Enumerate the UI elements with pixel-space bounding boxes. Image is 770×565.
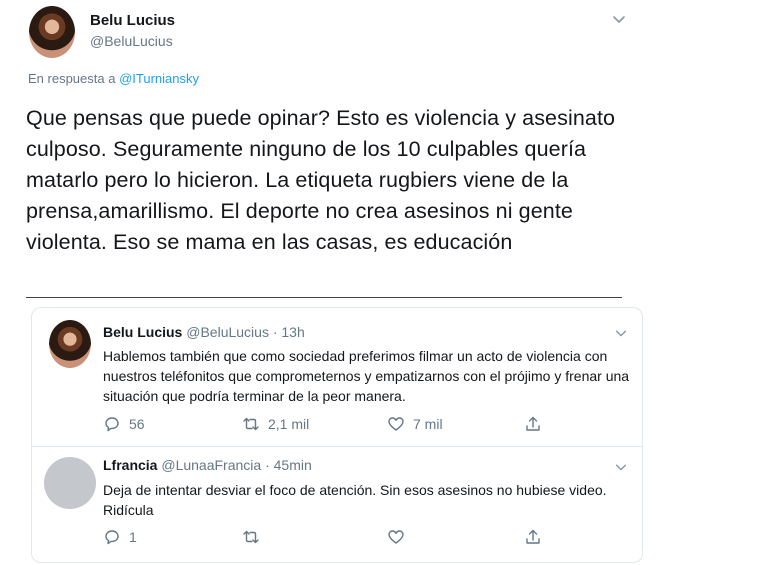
author-name[interactable]: Belu Lucius — [103, 324, 182, 340]
divider — [26, 297, 622, 298]
tweet-header: Belu Lucius @BeluLucius · 13h — [103, 324, 305, 340]
retweet-button[interactable]: 2,1 mil — [242, 415, 309, 433]
tweet-actions: 1 — [103, 528, 543, 550]
like-count: 7 mil — [413, 416, 443, 432]
reply-button[interactable]: 56 — [103, 415, 145, 433]
divider — [32, 446, 642, 447]
author-name[interactable]: Belu Lucius — [90, 12, 175, 29]
reply-context: En respuesta a @ITurniansky — [28, 71, 199, 86]
share-button[interactable] — [524, 415, 542, 433]
chevron-down-icon[interactable] — [611, 11, 627, 27]
avatar[interactable] — [49, 320, 91, 368]
like-button[interactable] — [387, 528, 405, 546]
reply-prefix: En respuesta a — [28, 71, 116, 86]
avatar[interactable] — [29, 6, 75, 58]
chevron-down-icon[interactable] — [614, 326, 628, 340]
reply-button[interactable]: 1 — [103, 528, 137, 546]
share-icon — [526, 416, 540, 431]
tweet-text: Deja de intentar desviar el foco de aten… — [103, 482, 607, 518]
tweet-text: Hablemos también que como sociedad prefe… — [103, 348, 630, 404]
heart-icon — [388, 530, 404, 544]
retweet-button[interactable] — [242, 528, 260, 546]
retweet-icon — [243, 417, 259, 431]
retweet-count: 2,1 mil — [268, 416, 310, 432]
reply-handle-link[interactable]: @ITurniansky — [119, 71, 199, 86]
retweet-icon — [243, 530, 259, 544]
thread-card: Belu Lucius @BeluLucius · 13h Hablemos t… — [31, 307, 643, 563]
avatar[interactable] — [44, 457, 96, 509]
chevron-down-icon[interactable] — [614, 460, 628, 474]
share-icon — [526, 529, 540, 544]
reply-count: 56 — [129, 416, 145, 432]
tweet-text: Que pensas que puede opinar? Esto es vio… — [26, 106, 616, 254]
handle-time[interactable]: @LunaaFrancia · 45min — [161, 457, 311, 473]
like-button[interactable]: 7 mil — [387, 415, 443, 433]
author-handle[interactable]: @BeluLucius — [90, 33, 173, 49]
author-name[interactable]: Lfrancia — [103, 457, 157, 473]
share-button[interactable] — [524, 528, 542, 546]
heart-icon — [388, 417, 404, 431]
tweet-header: Lfrancia @LunaaFrancia · 45min — [103, 457, 312, 473]
reply-icon — [105, 417, 119, 432]
handle-time[interactable]: @BeluLucius · 13h — [186, 324, 305, 340]
reply-icon — [105, 530, 119, 545]
reply-count: 1 — [129, 529, 137, 545]
tweet-actions: 56 2,1 mil 7 mil — [103, 415, 543, 437]
